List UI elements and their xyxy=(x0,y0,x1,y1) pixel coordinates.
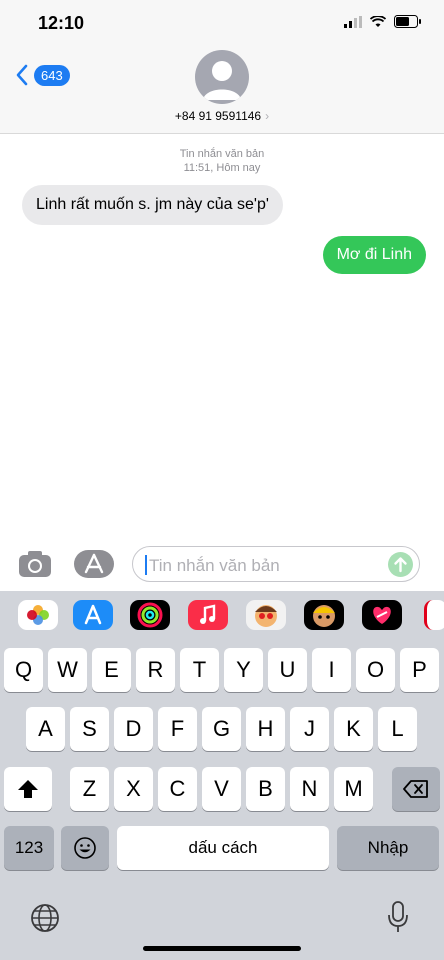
photos-icon[interactable] xyxy=(18,600,58,630)
status-time: 12:10 xyxy=(38,13,85,33)
appstore-app-icon[interactable] xyxy=(73,600,113,630)
key-b[interactable]: B xyxy=(246,767,285,811)
emoji-key[interactable] xyxy=(61,826,109,870)
composer-bar: Tin nhắn văn bản xyxy=(0,540,444,590)
space-key[interactable]: dấu cách xyxy=(117,826,329,870)
key-w[interactable]: W xyxy=(48,648,87,692)
imessage-app-strip xyxy=(0,591,444,641)
status-icons xyxy=(344,15,422,28)
return-key[interactable]: Nhập xyxy=(337,826,439,870)
message-input-placeholder: Tin nhắn văn bản xyxy=(149,556,280,575)
home-indicator[interactable] xyxy=(143,946,301,951)
send-button[interactable] xyxy=(388,552,413,577)
message-type-label: Tin nhắn văn bản xyxy=(179,148,265,160)
key-i[interactable]: I xyxy=(312,648,351,692)
globe-icon xyxy=(31,904,59,932)
key-k[interactable]: K xyxy=(334,707,373,751)
shift-arrow-icon xyxy=(18,780,38,798)
key-j[interactable]: J xyxy=(290,707,329,751)
signal-icon xyxy=(344,15,362,28)
music-icon[interactable] xyxy=(188,600,228,630)
key-g[interactable]: G xyxy=(202,707,241,751)
activity-icon[interactable] xyxy=(130,600,170,630)
key-x[interactable]: X xyxy=(114,767,153,811)
unread-count-badge: 643 xyxy=(34,64,70,86)
key-q[interactable]: Q xyxy=(4,648,43,692)
key-u[interactable]: U xyxy=(268,648,307,692)
delete-key[interactable] xyxy=(392,767,440,811)
key-y[interactable]: Y xyxy=(224,648,263,692)
key-z[interactable]: Z xyxy=(70,767,109,811)
key-p[interactable]: P xyxy=(400,648,439,692)
battery-icon xyxy=(394,15,421,28)
key-f[interactable]: F xyxy=(158,707,197,751)
backspace-icon xyxy=(403,780,428,798)
wifi-icon xyxy=(370,15,386,27)
appstore-icon xyxy=(84,553,104,574)
key-v[interactable]: V xyxy=(202,767,241,811)
text-caret xyxy=(145,555,147,575)
chevron-right-icon: › xyxy=(265,109,270,123)
key-l[interactable]: L xyxy=(378,707,417,751)
message-timestamp: 11:51, Hôm nay xyxy=(183,162,261,174)
key-t[interactable]: T xyxy=(180,648,219,692)
key-m[interactable]: M xyxy=(334,767,373,811)
microphone-icon xyxy=(388,901,408,932)
arrow-up-icon xyxy=(394,557,407,573)
contact-name[interactable]: +84 91 9591146 › xyxy=(0,109,444,123)
contact-avatar[interactable] xyxy=(195,50,249,104)
digital-touch-icon[interactable] xyxy=(362,600,402,630)
thread-meta: Tin nhắn văn bản 11:51, Hôm nay xyxy=(0,147,444,175)
dictation-button[interactable] xyxy=(386,900,410,939)
outgoing-message-bubble[interactable]: Mơ đi Linh xyxy=(322,236,426,274)
camera-button[interactable] xyxy=(18,550,52,583)
conversation-header: 12:10 643 +84 91 9591146 › xyxy=(0,0,444,134)
emoji-icon xyxy=(74,837,96,859)
app-drawer-button[interactable] xyxy=(74,550,114,578)
memoji-1-icon[interactable] xyxy=(246,600,286,630)
key-r[interactable]: R xyxy=(136,648,175,692)
key-d[interactable]: D xyxy=(114,707,153,751)
back-button[interactable]: 643 xyxy=(16,64,70,86)
keyboard: Q W E R T Y U I O P A S D F G H J K L Z … xyxy=(0,641,444,960)
globe-button[interactable] xyxy=(30,903,60,938)
memoji-2-icon[interactable] xyxy=(304,600,344,630)
numbers-key[interactable]: 123 xyxy=(4,826,54,870)
message-input[interactable]: Tin nhắn văn bản xyxy=(132,546,420,582)
key-e[interactable]: E xyxy=(92,648,131,692)
key-a[interactable]: A xyxy=(26,707,65,751)
camera-icon xyxy=(19,551,51,577)
key-c[interactable]: C xyxy=(158,767,197,811)
chevron-left-icon xyxy=(16,64,28,86)
key-s[interactable]: S xyxy=(70,707,109,751)
key-n[interactable]: N xyxy=(290,767,329,811)
person-icon xyxy=(203,61,241,100)
key-o[interactable]: O xyxy=(356,648,395,692)
key-h[interactable]: H xyxy=(246,707,285,751)
app-partial-icon[interactable] xyxy=(424,600,444,630)
incoming-message-bubble[interactable]: Linh rất muốn s. jm này của se'p' xyxy=(22,185,283,225)
shift-key[interactable] xyxy=(4,767,52,811)
